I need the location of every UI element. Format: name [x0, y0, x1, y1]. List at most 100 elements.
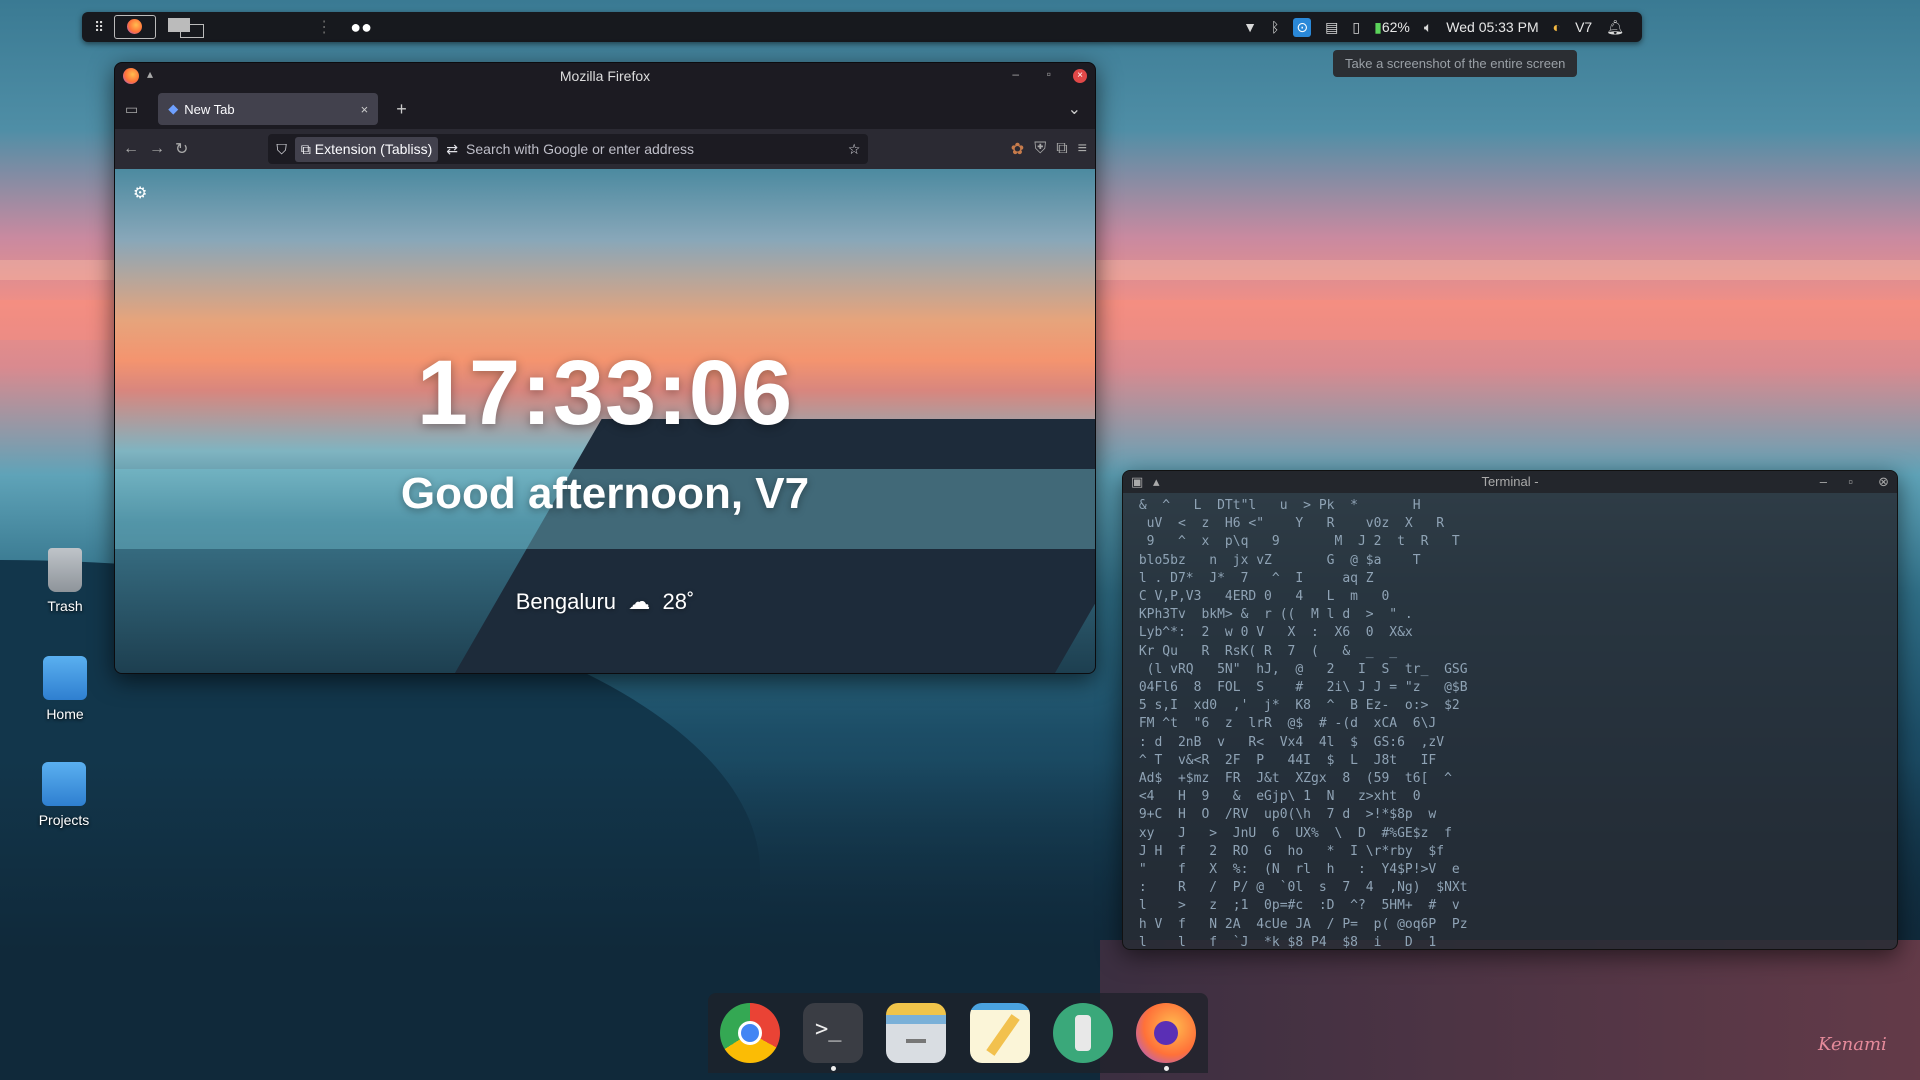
desktop-icon-home[interactable]: Home [20, 656, 110, 722]
trash-icon [48, 548, 82, 592]
close-icon[interactable]: ⊗ [1878, 471, 1889, 493]
settings-gear-icon[interactable]: ⚙ [133, 183, 147, 203]
desktop-icon-label: Trash [47, 598, 83, 614]
screenshot-icon[interactable]: ⊙ [1293, 17, 1312, 37]
terminal-line: l . D7* J* 7 ^ I aq Z [1131, 570, 1437, 586]
terminal-line: <4 H 9 & eGjp\ 1 N z>xht 0 [1131, 789, 1421, 805]
tracking-shield-icon[interactable]: ⛉ [276, 141, 287, 158]
battery-indicator[interactable]: ▮62% [1374, 19, 1410, 36]
url-bar[interactable]: ⛉ ⧉ Extension (Tabliss) ⇄ Search with Go… [268, 134, 869, 164]
maximize-icon[interactable]: ▫ [1848, 471, 1853, 493]
forward-icon[interactable]: → [149, 140, 165, 158]
minimize-icon[interactable]: – [1820, 471, 1827, 493]
running-indicator [1164, 1066, 1170, 1071]
terminal-line: 9+C H O /RV up0(\h 7 d >!*$8p w [1131, 807, 1437, 823]
terminal-line: : R / P/ @ `0l s 7 4 ,Ng) $NXt [1131, 880, 1468, 896]
menu-icon[interactable]: ≡ [1078, 140, 1087, 158]
grid-icon[interactable]: ⠿ [94, 19, 104, 36]
terminal-output[interactable]: & ^ L DTt"l u > Pk * H uV < z H6 <" Y R … [1123, 493, 1897, 949]
back-icon[interactable]: ← [123, 140, 139, 158]
notes-icon[interactable]: ▤ [1325, 19, 1338, 36]
tab-strip: ▭ ◆ New Tab × + ⌄ [115, 89, 1095, 129]
extension-identity-chip[interactable]: ⧉ Extension (Tabliss) [294, 136, 439, 162]
dock: >_ [708, 993, 1208, 1073]
close-tab-icon[interactable]: × [361, 102, 369, 117]
terminal-titlebar[interactable]: ▣ ▴ Terminal - – ▫ ⊗ [1123, 471, 1897, 493]
clipboard-icon[interactable]: ▯ [1352, 19, 1360, 36]
terminal-line: KPh3Tv bkM> & r (( M l d > " . [1131, 607, 1413, 623]
tab-overview-icon[interactable]: ▭ [125, 101, 138, 118]
workspace-2[interactable] [166, 16, 206, 38]
wallpaper-glow [1100, 940, 1920, 1080]
terminal-line: 04Fl6 8 FOL S # 2i\ J J = "z @$B [1131, 680, 1468, 696]
terminal-line: Kr Qu R RsK( R 7 ( & _ _ [1131, 643, 1421, 659]
workspace-1[interactable] [114, 15, 157, 39]
firefox-window: ▴ Mozilla Firefox – ▫ × ▭ ◆ New Tab × + … [114, 62, 1096, 674]
terminal-line: " f X %: (N rl h : Y4$P!>V e [1131, 862, 1460, 878]
close-icon[interactable]: × [1073, 69, 1087, 83]
terminal-line: : d 2nB v R< Vx4 4l $ GS:6 ,zV [1131, 734, 1445, 750]
dock-files[interactable] [886, 1003, 947, 1063]
pencil-icon [985, 1014, 1020, 1056]
terminal-line: (l vRQ 5N" hJ, @ 2 I S tr_ GSG [1131, 661, 1468, 677]
terminal-line: ^ T v&<R 2F P 44I $ L J8t IF [1131, 752, 1437, 768]
bookmark-star-icon[interactable]: ☆ [848, 141, 861, 158]
ublock-icon[interactable]: ⛨ [1034, 140, 1046, 158]
maximize-icon[interactable]: ▫ [1047, 67, 1051, 81]
terminal-line: h V f N 2A 4cUe JA / P= p( @oq6P Pz [1131, 916, 1468, 932]
firefox-logo-icon [123, 68, 139, 84]
wifi-icon[interactable]: ▼ [1243, 19, 1257, 35]
extension-chip-label: Extension (Tabliss) [314, 140, 433, 157]
terminal-line: blo5bz n jx vZ G @ $a T [1131, 552, 1421, 568]
terminal-line: Ad$ +$mz FR J&t XZgx 8 (59 t6[ ^ [1131, 771, 1452, 787]
terminal-window: ▣ ▴ Terminal - – ▫ ⊗ & ^ L DTt"l u > Pk … [1122, 470, 1898, 950]
url-input[interactable]: Search with Google or enter address [466, 141, 694, 157]
bell-icon[interactable]: 🔔︎ [1606, 19, 1624, 36]
terminal-line: 9 ^ x p\q 9 M J 2 t R T [1131, 534, 1460, 550]
cloud-icon: ☁ [628, 589, 651, 614]
navigation-toolbar: ← → ↻ ⛉ ⧉ Extension (Tabliss) ⇄ Search w… [115, 129, 1095, 169]
tab-label: New Tab [184, 101, 235, 117]
weather-widget: Bengaluru ☁ 28˚ [115, 589, 1095, 615]
bluetooth-icon[interactable]: ᛒ [1271, 19, 1279, 35]
extension-1-icon[interactable]: ✿ [1011, 139, 1024, 159]
dock-chrome[interactable] [719, 1003, 780, 1063]
firefox-titlebar[interactable]: ▴ Mozilla Firefox – ▫ × [115, 63, 1095, 89]
tab-list-chevron-icon[interactable]: ⌄ [1068, 99, 1081, 119]
desktop-icon-trash[interactable]: Trash [20, 548, 110, 614]
dock-text-editor[interactable] [969, 1003, 1030, 1063]
pin-icon[interactable]: ▴ [147, 67, 153, 81]
window-title: Mozilla Firefox [559, 68, 651, 84]
extensions-icon[interactable]: ⧉ [1056, 140, 1067, 158]
overview-eyes-icon[interactable]: ●● [350, 17, 372, 38]
user-menu[interactable]: V7 [1575, 19, 1592, 35]
terminal-line: Lyb^*: 2 w 0 V X : X6 0 X&x [1131, 625, 1413, 641]
files-icon [906, 1039, 927, 1043]
weather-city: Bengaluru [515, 589, 617, 614]
tab-new-tab[interactable]: ◆ New Tab × [158, 93, 379, 125]
desktop-icon-label: Projects [38, 812, 90, 828]
terminal-line: 5 s,I xd0 ,' j* K8 ^ B Ez- o:> $2 [1131, 698, 1460, 714]
weather-temp: 28˚ [662, 589, 695, 614]
desktop-icon-projects[interactable]: Projects [19, 762, 109, 828]
terminal-line: xy J > JnU 6 UX% \ D #%GE$z f [1131, 825, 1452, 841]
new-tab-icon[interactable]: + [396, 99, 407, 120]
datetime[interactable]: Wed 05:33 PM [1446, 19, 1538, 35]
dock-tweaks[interactable] [1052, 1003, 1113, 1063]
minimize-icon[interactable]: – [1012, 67, 1019, 81]
terminal-icon: >_ [814, 1017, 842, 1042]
terminal-title: Terminal - [1481, 474, 1539, 489]
battery-icon: ▮ [1374, 18, 1382, 35]
terminal-app-icon: ▣ [1131, 474, 1144, 489]
pin-icon[interactable]: ▴ [1153, 471, 1160, 493]
dock-firefox[interactable] [1136, 1003, 1197, 1071]
volume-icon[interactable]: 🔈︎ [1424, 19, 1432, 36]
dock-terminal[interactable]: >_ [802, 1003, 863, 1071]
greeting: Good afternoon, V7 [400, 469, 810, 518]
terminal-line: FM ^t "6 z lrR @$ # -(d xCA 6\J [1131, 716, 1437, 732]
running-indicator [830, 1066, 836, 1071]
home-folder-icon [43, 656, 87, 700]
reload-icon[interactable]: ↻ [175, 139, 188, 159]
permissions-icon[interactable]: ⇄ [446, 141, 458, 158]
terminal-line: C V,P,V3 4ERD 0 4 L m 0 [1131, 589, 1390, 605]
